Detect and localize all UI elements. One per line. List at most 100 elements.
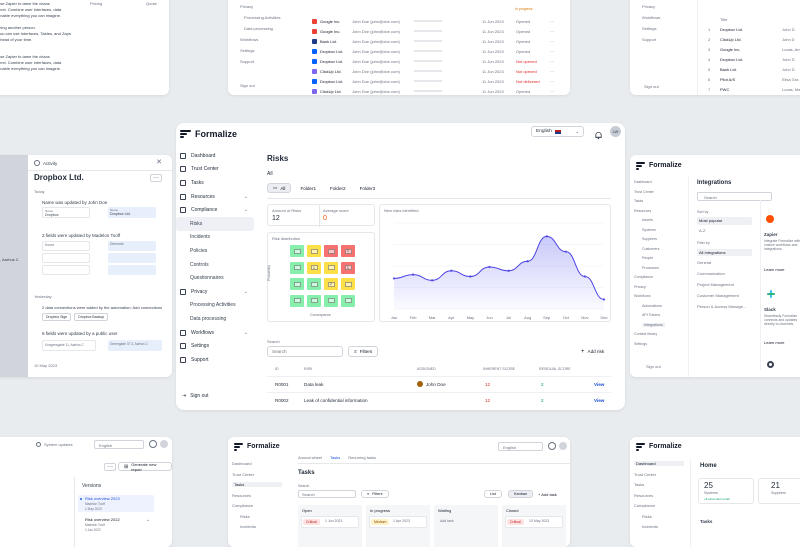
- sign-out-link[interactable]: ⇥ Sign out: [182, 393, 209, 399]
- matrix-cell[interactable]: [324, 294, 338, 307]
- language-selector[interactable]: English ⌄: [531, 126, 584, 137]
- row-menu-icon[interactable]: ···: [550, 49, 554, 54]
- more-options-button[interactable]: ···: [150, 174, 162, 182]
- sidebar-item[interactable]: Assets: [642, 218, 653, 222]
- sidebar-item[interactable]: Trust Center: [634, 472, 656, 477]
- tab[interactable]: Annual wheel: [298, 455, 322, 460]
- row-menu-icon[interactable]: ···: [550, 89, 554, 94]
- matrix-cell[interactable]: [324, 245, 338, 257]
- list-view-button[interactable]: List: [484, 490, 502, 498]
- sidebar-item[interactable]: Resources: [634, 493, 653, 498]
- filter-option[interactable]: Communication: [697, 271, 725, 276]
- bell-icon[interactable]: [594, 127, 603, 140]
- kanban-view-button[interactable]: Kanban: [508, 490, 534, 498]
- search-input[interactable]: [267, 346, 343, 357]
- list-item[interactable]: ClickUp Ltd.: [720, 37, 742, 42]
- view-link[interactable]: View: [594, 398, 604, 403]
- row-menu-icon[interactable]: ···: [550, 79, 554, 84]
- matrix-cell[interactable]: [290, 245, 304, 257]
- version-item[interactable]: Risk overview 2022: [85, 517, 120, 522]
- sidebar-item-controls[interactable]: Controls: [176, 258, 254, 272]
- table-row[interactable]: R0002 Leak of confidential information 12 2…: [267, 392, 611, 408]
- matrix-cell[interactable]: 2: [324, 278, 338, 290]
- row-menu-icon[interactable]: ···: [550, 39, 554, 44]
- matrix-cell[interactable]: 1: [341, 245, 355, 257]
- int-sign-out[interactable]: Sign out: [646, 364, 661, 369]
- list-item[interactable]: PWC: [720, 87, 729, 92]
- chevron-down-icon[interactable]: ⌄: [146, 517, 150, 523]
- matrix-cell[interactable]: [341, 278, 355, 290]
- version-item[interactable]: Risk overview 2023: [85, 496, 120, 501]
- sidebar-item[interactable]: Privacy: [642, 4, 655, 9]
- add-risk-button[interactable]: + Add risk: [576, 346, 610, 357]
- filter-option[interactable]: Customer Management: [697, 293, 739, 298]
- matrix-cell[interactable]: [290, 278, 304, 290]
- kanban-add-task[interactable]: Add task: [440, 519, 454, 523]
- avatar[interactable]: LW: [610, 126, 621, 137]
- matrix-cell[interactable]: [307, 245, 321, 257]
- add-task-button[interactable]: + Add task: [538, 492, 557, 497]
- list-item[interactable]: Pilot A/S: [720, 77, 735, 82]
- matrix-cell[interactable]: [290, 261, 304, 274]
- sidebar-item-tasks[interactable]: Tasks: [176, 176, 254, 190]
- sidebar-item-trust-center[interactable]: Trust Center: [176, 163, 254, 177]
- sidebar-item[interactable]: Trust Center: [634, 190, 654, 194]
- sidebar-item-support[interactable]: Support: [176, 353, 254, 367]
- view-link[interactable]: View: [594, 382, 604, 387]
- sidebar-item[interactable]: Privacy: [634, 285, 646, 289]
- sidebar-item[interactable]: People: [642, 256, 653, 260]
- sidebar-item[interactable]: Incidents: [642, 524, 658, 529]
- sidebar-item-policies[interactable]: Policies: [176, 244, 254, 258]
- sidebar-item[interactable]: Data processing: [244, 26, 273, 31]
- sort-option-az[interactable]: A-Z: [699, 228, 705, 233]
- sidebar-item[interactable]: Settings: [642, 26, 656, 31]
- sidebar-item[interactable]: Support: [642, 37, 656, 42]
- more-button[interactable]: ···: [104, 463, 116, 471]
- sidebar-item[interactable]: Risks: [642, 514, 652, 519]
- sidebar-item[interactable]: Systems: [642, 228, 656, 232]
- language-select[interactable]: English: [94, 440, 144, 449]
- rt-sign-out[interactable]: Sign out: [644, 84, 659, 89]
- list-item[interactable]: Google Inc.: [720, 47, 740, 52]
- sidebar-item[interactable]: Processes: [642, 266, 659, 270]
- list-item[interactable]: Bank Ltd.: [720, 67, 737, 72]
- generate-report-button[interactable]: ⊞ Generate new report: [118, 462, 172, 472]
- sidebar-item[interactable]: Trust Center: [232, 472, 254, 477]
- sidebar-item[interactable]: Dashboard: [634, 180, 652, 184]
- matrix-cell[interactable]: 1: [341, 261, 355, 274]
- filter-option[interactable]: Person & Access Manage...: [697, 304, 746, 309]
- sidebar-item-privacy[interactable]: Privacy ⌄: [176, 285, 254, 299]
- sidebar-item[interactable]: Integrations: [642, 322, 665, 327]
- sign-out-link[interactable]: Sign out: [240, 83, 255, 88]
- filters-button[interactable]: ≡ Filters: [348, 346, 379, 357]
- sidebar-item[interactable]: Workflows: [634, 294, 651, 298]
- row-menu-icon[interactable]: ···: [550, 19, 554, 24]
- sidebar-item-data-processing[interactable]: Data processing: [176, 312, 254, 326]
- sidebar-item-dashboard[interactable]: Dashboard: [176, 149, 254, 163]
- table-row[interactable]: R0001 Data leak John Doe 12 2 View: [267, 376, 611, 392]
- matrix-cell[interactable]: [341, 294, 355, 307]
- tab[interactable]: Tasks: [330, 455, 340, 460]
- row-menu-icon[interactable]: ···: [550, 69, 554, 74]
- matrix-cell[interactable]: [290, 294, 304, 307]
- list-item[interactable]: Dropbox Ltd.: [720, 27, 743, 32]
- matrix-cell[interactable]: [307, 278, 321, 290]
- slack-learn-more[interactable]: Learn more: [764, 340, 784, 345]
- folder-tab-folder1[interactable]: Folder1: [295, 183, 322, 193]
- sidebar-item[interactable]: Processing Activities: [244, 15, 280, 20]
- sidebar-item[interactable]: Support: [240, 59, 254, 64]
- close-icon[interactable]: ✕: [156, 158, 162, 166]
- sidebar-item-compliance[interactable]: Compliance ⌄: [176, 203, 254, 217]
- sidebar-item[interactable]: Resources: [232, 493, 251, 498]
- filter-option[interactable]: Project Management: [697, 282, 734, 287]
- sidebar-item[interactable]: Dashboard: [232, 461, 252, 466]
- tab[interactable]: Recurring tasks: [348, 455, 376, 460]
- sidebar-item[interactable]: Automations: [642, 304, 662, 308]
- sidebar-item-processing-activities[interactable]: Processing Activities: [176, 299, 254, 313]
- sidebar-item[interactable]: Privacy: [240, 4, 253, 9]
- sidebar-item[interactable]: Tasks: [232, 482, 282, 487]
- notifications-icon[interactable]: [149, 440, 157, 448]
- sidebar-item-questionnaires[interactable]: Questionnaires: [176, 271, 254, 285]
- sidebar-item-risks[interactable]: Risks: [176, 216, 254, 231]
- sidebar-item[interactable]: Workflows: [240, 37, 258, 42]
